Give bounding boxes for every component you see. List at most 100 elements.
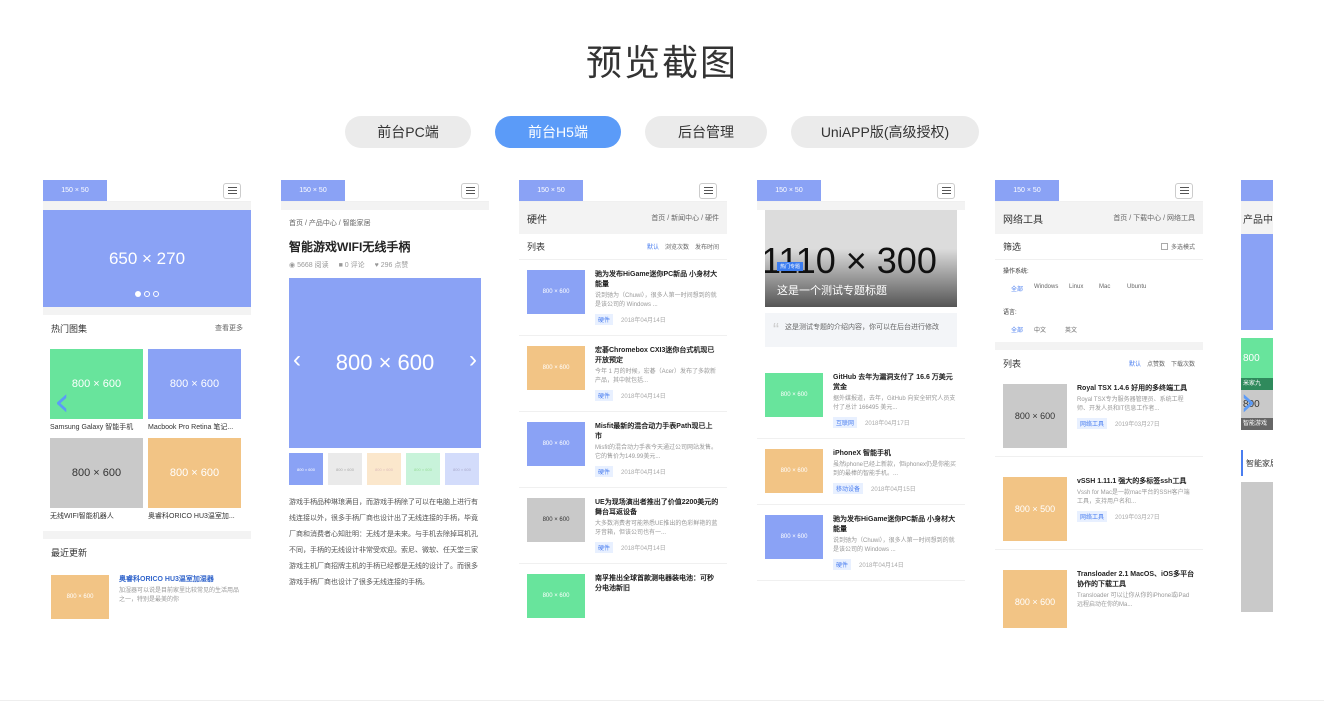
topic-item[interactable]: 800 × 600 iPhoneX 智能手机 虽然iphone已经上新款，但iph…: [757, 439, 965, 505]
lang-option-chinese[interactable]: 中文: [1034, 325, 1065, 334]
tab-uniapp[interactable]: UniAPP版(高级授权): [791, 116, 979, 148]
news-item[interactable]: 800 × 600 南孚推出全球首款测电器装电池：可秒分电池新旧: [519, 564, 727, 628]
news-tag[interactable]: 硬件: [595, 390, 614, 401]
gallery-item[interactable]: 800 × 600 无线WIFI智能机器人: [50, 438, 143, 521]
crumb-network-tools[interactable]: 网络工具: [1167, 215, 1195, 222]
product-title: 智能游戏WIFI无线手柄: [289, 240, 411, 254]
lang-option-english[interactable]: 英文: [1065, 325, 1077, 334]
topic-item[interactable]: 800 × 600 GitHub 去年为漏洞支付了 16.6 万美元赏金 据外媒报…: [757, 363, 965, 439]
news-title: Misfit最新的混合动力手表Path现已上市: [595, 423, 713, 440]
topic-item-desc: 虽然iphone已经上新款，但iphonex仍是你能买到的最棒的智能手机。...: [833, 462, 957, 477]
tab-h5[interactable]: 前台H5端: [495, 116, 621, 148]
crumb-news[interactable]: 新闻中心: [671, 215, 699, 222]
gallery-image: 800 × 600: [148, 349, 241, 419]
carousel-next-arrow[interactable]: ›: [1240, 382, 1264, 422]
crumb-downloads[interactable]: 下载中心: [1133, 215, 1161, 222]
download-item[interactable]: 800 × 600 Transloader 2.1 MacOS、iOS多平台协作…: [995, 550, 1203, 628]
carousel-prev-arrow[interactable]: ‹: [54, 382, 78, 422]
logo-placeholder: 150 × 50: [995, 180, 1059, 201]
logo-placeholder: [1241, 180, 1273, 201]
crumb-smart-home[interactable]: 智能家居: [343, 218, 371, 228]
topic-item-title: GitHub 去年为漏洞支付了 16.6 万美元赏金: [833, 374, 953, 391]
os-option-mac[interactable]: Mac: [1099, 284, 1127, 293]
crumb-home[interactable]: 首页: [289, 218, 303, 228]
recent-item[interactable]: 800 × 600 奥睿科ORICO HU3温室加湿器 加湿器可以说是目前家里比…: [43, 565, 251, 628]
download-item[interactable]: 800 × 600 Royal TSX 1.4.6 好用的多终端工具 Royal …: [995, 376, 1203, 457]
topic-item-image: 800 × 600: [765, 373, 823, 417]
recent-item-title: 奥睿科ORICO HU3温室加湿器: [119, 576, 214, 583]
thumbnail[interactable]: 800 × 600: [367, 453, 401, 485]
news-image: 800 × 600: [527, 422, 585, 466]
thumbnail[interactable]: 800 × 600: [289, 453, 323, 485]
topic-item[interactable]: 800 × 600 驰为发布HiGame迷你PC新品 小身材大能量 说到驰为（Ch…: [757, 505, 965, 581]
news-desc: Misfit的混合动力手表今天通过公司网站发售。它的售价为149.99美元...: [595, 445, 717, 460]
quote-icon: “: [773, 320, 779, 340]
home-banner: 650 × 270: [43, 210, 251, 307]
screenshot-product-detail[interactable]: 150 × 50 首页 / 产品中心 / 智能家居 智能游戏WIFI无线手柄 ◉…: [281, 180, 489, 628]
page-title: 预览截图: [585, 42, 738, 83]
download-desc: Transloader 可以让你从你的iPhone或iPad远程启动在你的Ma.…: [1077, 593, 1190, 608]
sort-date[interactable]: 发布时间: [695, 242, 719, 251]
topic-item-tag[interactable]: 互联网: [833, 417, 858, 428]
menu-icon: [223, 182, 241, 199]
sort-default[interactable]: 默认: [647, 242, 659, 251]
lang-option-all[interactable]: 全部: [1011, 325, 1034, 334]
news-item[interactable]: 800 × 600 Misfit最新的混合动力手表Path现已上市 Misfit的…: [519, 412, 727, 488]
os-option-windows[interactable]: Windows: [1034, 284, 1069, 293]
crumb-home[interactable]: 首页: [1113, 215, 1127, 222]
thumbnail[interactable]: 800 × 600: [328, 453, 362, 485]
news-item[interactable]: 800 × 600 UE为现场演出者推出了价值2200美元的舞台耳返设备 大多数消…: [519, 488, 727, 564]
crumb-home[interactable]: 首页: [651, 215, 665, 222]
likes-count: ♥ 296 点赞: [374, 262, 409, 269]
filter-header: 筛选 多选模式: [995, 234, 1203, 260]
views-count: ◉ 5668 阅读: [289, 262, 329, 269]
sort-likes[interactable]: 点赞数: [1147, 359, 1165, 368]
checkbox-icon[interactable]: [1160, 243, 1168, 250]
menu-icon: [1175, 182, 1193, 199]
news-image: 800 × 600: [527, 270, 585, 314]
screenshot-downloads[interactable]: 150 × 50 网络工具 首页 / 下载中心 / 网络工具 筛选 多选模式 操…: [995, 180, 1203, 628]
screenshot-special-topic[interactable]: 150 × 50 1110 × 300 热门专题 这是一个测试专题标题 “ 这是…: [757, 180, 965, 628]
thumbnail[interactable]: 800 × 600: [406, 453, 440, 485]
recent-header: 最近更新: [43, 539, 251, 565]
mobile-header: 150 × 50: [995, 180, 1203, 202]
os-option-ubuntu[interactable]: Ubuntu: [1127, 284, 1146, 293]
download-item[interactable]: 800 × 500 vSSH 1.11.1 强大的多标签ssh工具 Vssh fo…: [995, 457, 1203, 550]
download-title: Transloader 2.1 MacOS、iOS多平台协作的下载工具: [1077, 571, 1195, 588]
recent-title: 最近更新: [51, 547, 88, 558]
topic-item-tag[interactable]: 移动设备: [833, 483, 864, 494]
os-option-linux[interactable]: Linux: [1069, 284, 1099, 293]
tab-admin[interactable]: 后台管理: [645, 116, 767, 148]
news-tag[interactable]: 硬件: [595, 466, 614, 477]
view-more-link[interactable]: 查看更多: [215, 323, 243, 333]
logo-placeholder: 150 × 50: [519, 180, 583, 201]
crumb-hardware[interactable]: 硬件: [705, 215, 719, 222]
gallery-item[interactable]: 800 × 600 奥睿科ORICO HU3温室加...: [148, 438, 241, 521]
multi-select-toggle[interactable]: 多选模式: [1160, 242, 1195, 251]
list-header: 列表 默认 点赞数 下载次数: [995, 350, 1203, 376]
os-option-all[interactable]: 全部: [1011, 284, 1034, 293]
chevron-left-icon[interactable]: ‹: [293, 346, 301, 374]
news-item[interactable]: 800 × 600 驰为发布HiGame迷你PC新品 小身材大能量 说到驰为（Ch…: [519, 260, 727, 336]
news-desc: 大多数消费者可能熟悉UE推出的色彩鲜艳的蓝牙音箱，但该公司也有一...: [595, 521, 718, 536]
thumbnail[interactable]: 800 × 600: [445, 453, 479, 485]
sort-downloads[interactable]: 下载次数: [1171, 359, 1195, 368]
download-tag[interactable]: 网络工具: [1077, 418, 1108, 429]
news-tag[interactable]: 硬件: [595, 314, 614, 325]
chevron-right-icon[interactable]: ›: [469, 346, 477, 374]
mobile-header: 150 × 50: [43, 180, 251, 202]
tab-pc[interactable]: 前台PC端: [345, 116, 471, 148]
topic-item-tag[interactable]: 硬件: [833, 559, 852, 570]
crumb-products[interactable]: 产品中心: [309, 218, 337, 228]
gallery-item[interactable]: 800 × 600 Macbook Pro Retina 笔记...: [148, 349, 241, 432]
topic-item-title: 驰为发布HiGame迷你PC新品 小身材大能量: [833, 516, 956, 533]
download-tag[interactable]: 网络工具: [1077, 511, 1108, 522]
mobile-header: 150 × 50: [757, 180, 965, 202]
news-item[interactable]: 800 × 600 宏碁Chromebox CXI3迷你台式机现已开放预定 今年 …: [519, 336, 727, 412]
sort-default[interactable]: 默认: [1129, 359, 1141, 368]
sort-views[interactable]: 浏览次数: [665, 242, 689, 251]
screenshot-news-list[interactable]: 150 × 50 硬件 首页 / 新闻中心 / 硬件 列表 默认 浏览次数 发布…: [519, 180, 727, 628]
news-title: 南孚推出全球首款测电器装电池：可秒分电池新旧: [595, 575, 714, 592]
news-tag[interactable]: 硬件: [595, 542, 614, 553]
section-divider: [0, 700, 1324, 701]
